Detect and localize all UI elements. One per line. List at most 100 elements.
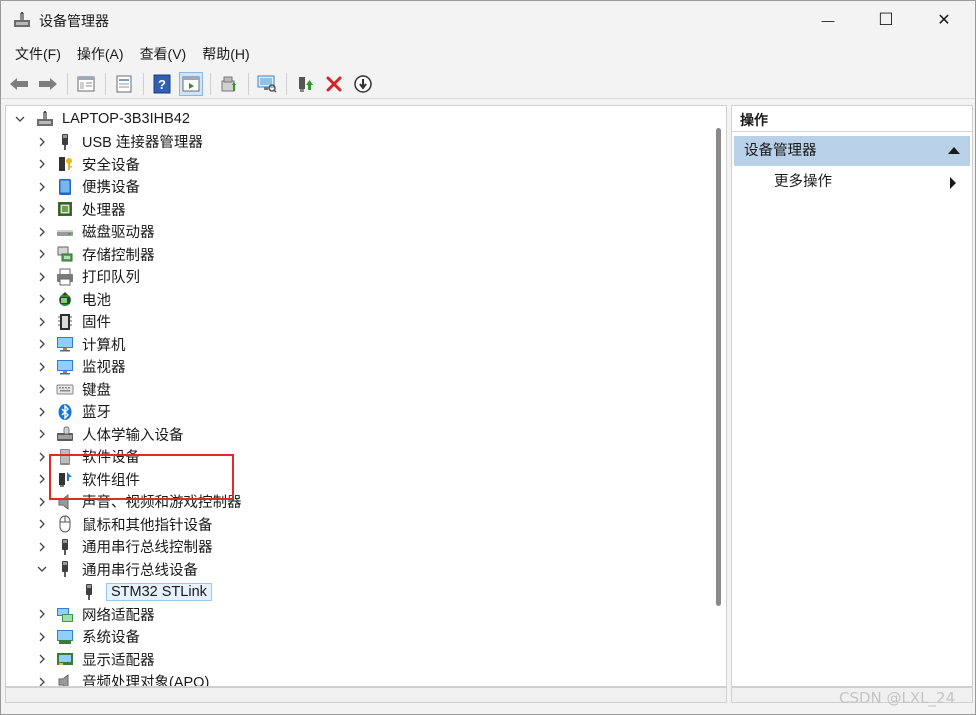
- tree-category[interactable]: 系统设备: [39, 626, 140, 648]
- expand-chevron-icon[interactable]: [36, 338, 48, 350]
- expand-chevron-icon[interactable]: [36, 361, 48, 373]
- forward-button[interactable]: [36, 72, 60, 96]
- bluetooth-icon: [56, 403, 74, 421]
- tree-category-label: 电池: [82, 292, 111, 309]
- view-button[interactable]: [179, 71, 203, 96]
- expand-chevron-icon[interactable]: [36, 226, 48, 238]
- tree-category[interactable]: USB 连接器管理器: [39, 131, 203, 153]
- tree-category-label: 人体学输入设备: [82, 427, 184, 444]
- tree-category-label: 打印队列: [82, 270, 140, 286]
- vertical-scrollbar[interactable]: [710, 106, 726, 686]
- back-button[interactable]: [7, 72, 31, 96]
- computer-root-icon: [36, 110, 54, 128]
- minimize-button[interactable]: —: [799, 1, 857, 39]
- disable-device-button[interactable]: [351, 72, 375, 96]
- enable-device-button[interactable]: [293, 72, 317, 96]
- expand-chevron-icon[interactable]: [36, 316, 48, 328]
- tree-category[interactable]: 计算机: [39, 333, 126, 355]
- expand-chevron-icon[interactable]: [36, 158, 48, 170]
- tree-category[interactable]: 监视器: [39, 356, 126, 378]
- tree-category[interactable]: 安全设备: [39, 153, 140, 175]
- vertical-scrollbar-thumb[interactable]: [716, 128, 721, 606]
- tree-category[interactable]: 存储控制器: [39, 243, 155, 265]
- tree-category[interactable]: 网络适配器: [39, 603, 155, 625]
- expand-chevron-icon[interactable]: [36, 631, 48, 643]
- properties-icon: [116, 75, 132, 92]
- tree-category[interactable]: 键盘: [39, 378, 111, 400]
- uninstall-button[interactable]: [322, 72, 346, 96]
- maximize-button[interactable]: ☐: [857, 1, 915, 39]
- expand-chevron-icon[interactable]: [36, 136, 48, 148]
- expand-chevron-icon[interactable]: [36, 676, 48, 687]
- menu-help[interactable]: 帮助(H): [194, 41, 257, 67]
- tree-category[interactable]: 通用串行总线设备: [37, 558, 198, 580]
- collapse-up-icon[interactable]: [948, 147, 960, 154]
- expand-chevron-icon[interactable]: [36, 653, 48, 665]
- network-adapter-icon: [56, 605, 74, 623]
- view-icon: [182, 76, 200, 91]
- update-driver-button[interactable]: [217, 72, 241, 96]
- expand-chevron-icon[interactable]: [36, 406, 48, 418]
- close-button[interactable]: ✕: [915, 1, 973, 39]
- expand-chevron-icon[interactable]: [36, 248, 48, 260]
- menu-file[interactable]: 文件(F): [7, 41, 69, 67]
- title-bar: 设备管理器 — ☐ ✕: [1, 1, 975, 39]
- storage-controller-icon: [56, 245, 74, 263]
- properties-button[interactable]: [112, 72, 136, 96]
- printer-icon: [56, 268, 74, 286]
- tree-category[interactable]: 便携设备: [39, 176, 140, 198]
- expand-chevron-icon[interactable]: [36, 451, 48, 463]
- tree-category-label: 固件: [82, 315, 111, 331]
- minimize-icon: —: [821, 12, 835, 28]
- tree-category[interactable]: 通用串行总线控制器: [39, 536, 213, 558]
- collapse-chevron-icon[interactable]: [36, 563, 48, 575]
- tree-category[interactable]: 固件: [39, 311, 111, 333]
- portable-device-icon: [56, 178, 74, 196]
- tree-category[interactable]: 磁盘驱动器: [39, 221, 155, 243]
- menu-action[interactable]: 操作(A): [69, 41, 132, 67]
- expand-chevron-icon[interactable]: [36, 383, 48, 395]
- tree-category-label: 网络适配器: [82, 607, 155, 624]
- more-actions-item[interactable]: 更多操作: [774, 170, 964, 194]
- tree-device[interactable]: STM32 STLink: [80, 581, 212, 603]
- collapse-chevron-icon[interactable]: [14, 113, 26, 125]
- toolbar: ?: [1, 69, 975, 99]
- tree-category[interactable]: 打印队列: [39, 266, 140, 288]
- device-tree-panel[interactable]: LAPTOP-3B3IHB42 USB 连接器管理器 安全设备 便携设备 处理器 磁盘驱动…: [5, 105, 727, 687]
- monitor-icon: [56, 358, 74, 376]
- device-manager-window: 设备管理器 — ☐ ✕ 文件(F) 操作(A) 查看(V) 帮助(H) ? LA…: [0, 0, 976, 715]
- enable-device-icon: [299, 76, 313, 92]
- actions-section-device-manager[interactable]: 设备管理器: [734, 136, 970, 166]
- tree-root[interactable]: LAPTOP-3B3IHB42: [15, 108, 190, 130]
- scan-hardware-button[interactable]: [255, 72, 279, 96]
- expand-chevron-icon[interactable]: [36, 608, 48, 620]
- svg-text:?: ?: [158, 77, 166, 92]
- tree-category[interactable]: 音频处理对象(APO): [39, 671, 209, 686]
- tree-category[interactable]: 显示适配器: [39, 648, 155, 670]
- security-key-icon: [56, 155, 74, 173]
- device-manager-app-icon: [14, 12, 30, 27]
- help-icon: ?: [153, 74, 171, 93]
- tree-category[interactable]: 蓝牙: [39, 401, 111, 423]
- more-actions-label: 更多操作: [774, 174, 832, 190]
- tree-category[interactable]: 处理器: [39, 198, 126, 220]
- horizontal-scrollbar[interactable]: [5, 687, 727, 703]
- expand-chevron-icon[interactable]: [36, 271, 48, 283]
- expand-chevron-icon[interactable]: [36, 473, 48, 485]
- help-button[interactable]: ?: [150, 72, 174, 96]
- menu-view[interactable]: 查看(V): [132, 41, 195, 67]
- actions-header: 操作: [732, 106, 972, 132]
- expand-chevron-icon[interactable]: [36, 181, 48, 193]
- hid-icon: [56, 425, 74, 443]
- expand-chevron-icon[interactable]: [36, 496, 48, 508]
- expand-chevron-icon[interactable]: [36, 541, 48, 553]
- expand-chevron-icon[interactable]: [36, 518, 48, 530]
- expand-chevron-icon[interactable]: [36, 293, 48, 305]
- tree-category[interactable]: 电池: [39, 288, 111, 310]
- expand-chevron-icon[interactable]: [36, 203, 48, 215]
- tree-category[interactable]: 人体学输入设备: [39, 423, 184, 445]
- console-tree-button[interactable]: [74, 72, 98, 96]
- usb-icon: [56, 133, 74, 151]
- tree-category[interactable]: 鼠标和其他指针设备: [39, 513, 213, 535]
- expand-chevron-icon[interactable]: [36, 428, 48, 440]
